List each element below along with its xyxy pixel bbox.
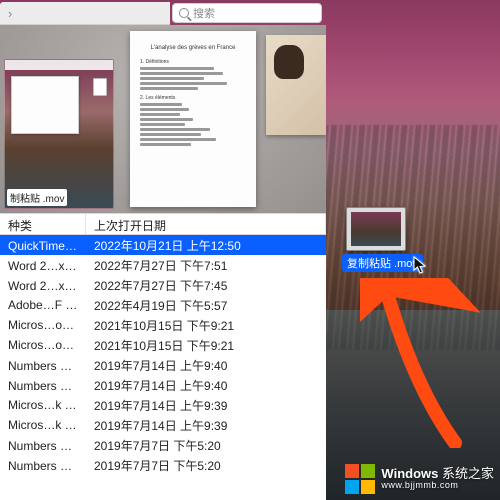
cell-kind: Word 2…x) 文稿 <box>0 277 86 294</box>
cell-kind: Micros…ok (.xls) <box>0 318 86 332</box>
cell-date: 2021年10月15日 下午9:21 <box>86 337 326 354</box>
column-header-kind[interactable]: 种类 <box>0 214 86 234</box>
search-icon <box>179 8 189 18</box>
table-row[interactable]: Word 2…x) 文稿2022年7月27日 下午7:45 <box>0 275 326 295</box>
cell-date: 2019年7月14日 上午9:39 <box>86 397 326 414</box>
search-placeholder: 搜索 <box>193 5 215 21</box>
cell-date: 2019年7月7日 下午5:20 <box>86 437 326 454</box>
table-row[interactable]: Micros…ok (.xls)2021年10月15日 下午9:21 <box>0 335 326 355</box>
chevron-right-icon[interactable]: › <box>8 6 12 21</box>
search-input[interactable]: 搜索 <box>172 3 322 23</box>
table-row[interactable]: Micros…k (.xlsx)2019年7月14日 上午9:39 <box>0 415 326 435</box>
cell-kind: QuickTime 影片 <box>0 237 86 254</box>
image-thumbnail[interactable] <box>266 35 326 135</box>
file-list: 种类 上次打开日期 QuickTime 影片2022年10月21日 上午12:5… <box>0 213 326 500</box>
dragged-file-label[interactable]: 复制粘贴 .mov <box>342 254 423 272</box>
file-icon <box>93 78 107 96</box>
finder-toolbar: › <box>0 2 170 25</box>
cell-date: 2021年10月15日 下午9:21 <box>86 317 326 334</box>
cell-kind: Numbers 表格 <box>0 457 86 474</box>
cell-date: 2019年7月7日 下午5:20 <box>86 457 326 474</box>
list-header: 种类 上次打开日期 <box>0 213 326 235</box>
table-row[interactable]: Micros…k (.xlsx)2019年7月14日 上午9:39 <box>0 395 326 415</box>
table-row[interactable]: Adobe…F (.pdf)2022年4月19日 下午5:57 <box>0 295 326 315</box>
cell-date: 2022年4月19日 下午5:57 <box>86 297 326 314</box>
cell-kind: Adobe…F (.pdf) <box>0 298 86 312</box>
dragged-file-thumbnail[interactable] <box>346 207 406 251</box>
table-row[interactable]: Word 2…x) 文稿2022年7月27日 下午7:51 <box>0 255 326 275</box>
doc-title: L'analyse des grèves en France <box>140 45 246 51</box>
quicklook-preview: 制粘贴 .mov L'analyse des grèves en France … <box>0 25 326 213</box>
cell-date: 2019年7月14日 上午9:40 <box>86 377 326 394</box>
table-row[interactable]: Numbers 表格2019年7月7日 下午5:20 <box>0 435 326 455</box>
watermark-brand: Windows <box>381 466 438 481</box>
cell-date: 2019年7月14日 上午9:40 <box>86 357 326 374</box>
cell-kind: Word 2…x) 文稿 <box>0 257 86 274</box>
table-row[interactable]: Numbers 表格2019年7月14日 上午9:40 <box>0 375 326 395</box>
cell-kind: Numbers 表格 <box>0 377 86 394</box>
cell-kind: Micros…k (.xlsx) <box>0 398 86 412</box>
cell-date: 2022年10月21日 上午12:50 <box>86 237 326 254</box>
video-thumbnail[interactable]: 制粘贴 .mov <box>4 59 114 209</box>
cell-kind: Numbers 表格 <box>0 437 86 454</box>
watermark-suffix: 系统之家 <box>442 466 494 481</box>
column-header-date[interactable]: 上次打开日期 <box>86 214 326 234</box>
cell-date: 2022年7月27日 下午7:45 <box>86 277 326 294</box>
cell-kind: Micros…ok (.xls) <box>0 338 86 352</box>
table-row[interactable]: Numbers 表格2019年7月14日 上午9:40 <box>0 355 326 375</box>
watermark: Windows 系统之家 www.bjjmmb.com <box>345 464 494 494</box>
cell-date: 2019年7月14日 上午9:39 <box>86 417 326 434</box>
cell-kind: Numbers 表格 <box>0 357 86 374</box>
watermark-url: www.bjjmmb.com <box>381 481 494 491</box>
table-row[interactable]: Numbers 表格2019年7月7日 下午5:20 <box>0 455 326 475</box>
cell-kind: Micros…k (.xlsx) <box>0 418 86 432</box>
table-row[interactable]: QuickTime 影片2022年10月21日 上午12:50 <box>0 235 326 255</box>
table-row[interactable]: Micros…ok (.xls)2021年10月15日 下午9:21 <box>0 315 326 335</box>
thumbnail-filename: 制粘贴 .mov <box>7 189 67 206</box>
windows-logo-icon <box>345 464 375 494</box>
document-thumbnail[interactable]: L'analyse des grèves en France 1. Défini… <box>130 31 256 207</box>
cursor-icon <box>413 256 427 274</box>
cell-date: 2022年7月27日 下午7:51 <box>86 257 326 274</box>
